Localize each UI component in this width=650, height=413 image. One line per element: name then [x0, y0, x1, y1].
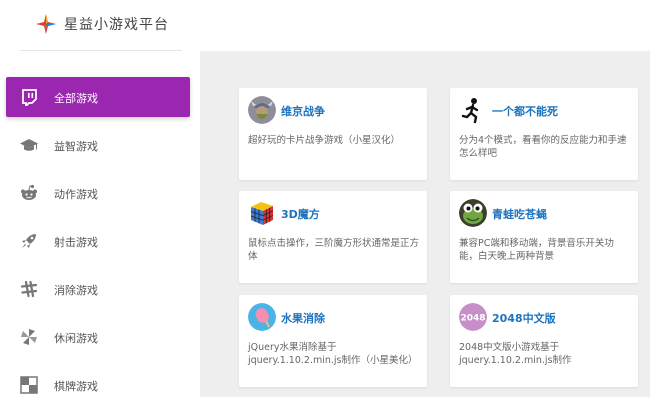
- nav-label: 全部游戏: [54, 92, 98, 105]
- sidebar: 星益小游戏平台 全部游戏 益智游戏 动作游戏 射击游戏 消除游戏 休闲游戏 棋牌…: [0, 0, 200, 397]
- game-title[interactable]: 3D魔方: [281, 206, 320, 222]
- game-card[interactable]: 青蛙吃苍蝇 兼容PC端和移动端，背景音乐开关功能，白天晚上两种背景: [450, 191, 638, 283]
- nav-label: 休闲游戏: [54, 332, 98, 345]
- game-card[interactable]: 2048 2048中文版 2048中文版小游戏基于jquery.1.10.2.m…: [450, 295, 638, 387]
- running-man-icon: [459, 96, 487, 124]
- game-card[interactable]: 3D魔方 鼠标点击操作，三阶魔方形状通常是正方体: [239, 191, 427, 283]
- app-title: 星益小游戏平台: [64, 17, 169, 33]
- game-card[interactable]: 维京战争 超好玩的卡片战争游戏（小星汉化）: [239, 88, 427, 180]
- game-description: 鼠标点击操作，三阶魔方形状通常是正方体: [248, 238, 420, 262]
- game-description: jQuery水果消除基于jquery.1.10.2.min.js制作（小星美化）: [248, 342, 418, 366]
- nav-label: 益智游戏: [54, 140, 98, 153]
- slack-icon: [20, 280, 38, 298]
- nav-label: 动作游戏: [54, 188, 98, 201]
- graduation-cap-icon: [20, 139, 38, 151]
- nav-label: 棋牌游戏: [54, 380, 98, 393]
- nav-item-all[interactable]: 全部游戏: [6, 77, 190, 117]
- nav-item-puzzle[interactable]: 益智游戏: [6, 125, 190, 165]
- star-logo-icon: [36, 14, 56, 34]
- game-title[interactable]: 2048中文版: [492, 310, 556, 326]
- frog-icon: [459, 199, 487, 227]
- viking-icon: [248, 96, 276, 124]
- divider: [20, 50, 182, 51]
- game-title[interactable]: 青蛙吃苍蝇: [492, 206, 547, 222]
- game-description: 2048中文版小游戏基于jquery.1.10.2.min.js制作: [459, 342, 572, 366]
- nav-item-board[interactable]: 棋牌游戏: [6, 365, 190, 405]
- 2048-icon: 2048: [459, 303, 487, 331]
- category-nav: 全部游戏 益智游戏 动作游戏 射击游戏 消除游戏 休闲游戏 棋牌游戏: [6, 77, 190, 413]
- rubiks-cube-icon: [248, 199, 276, 227]
- nav-item-shooting[interactable]: 射击游戏: [6, 221, 190, 261]
- rocket-icon: [22, 234, 36, 248]
- nav-item-match[interactable]: 消除游戏: [6, 269, 190, 309]
- game-title[interactable]: 一个都不能死: [492, 103, 558, 119]
- nav-label: 射击游戏: [54, 236, 98, 249]
- nav-item-action[interactable]: 动作游戏: [6, 173, 190, 213]
- game-description: 兼容PC端和移动端，背景音乐开关功能，白天晚上两种背景: [459, 238, 614, 262]
- game-card[interactable]: 一个都不能死 分为4个模式，看看你的反应能力和手速怎么样吧: [450, 88, 638, 180]
- game-title[interactable]: 维京战争: [281, 103, 325, 119]
- app-logo[interactable]: 星益小游戏平台: [36, 14, 169, 34]
- reddit-icon: [21, 184, 37, 200]
- 2048-badge-text: 2048: [460, 314, 485, 324]
- popsicle-icon: [248, 303, 276, 331]
- pinwheel-icon: [21, 329, 37, 345]
- nav-label: 消除游戏: [54, 284, 98, 297]
- game-card[interactable]: 水果消除 jQuery水果消除基于jquery.1.10.2.min.js制作（…: [239, 295, 427, 387]
- game-description: 超好玩的卡片战争游戏（小星汉化）: [248, 135, 401, 146]
- game-description: 分为4个模式，看看你的反应能力和手速怎么样吧: [459, 135, 627, 159]
- nav-item-casual[interactable]: 休闲游戏: [6, 317, 190, 357]
- game-grid: 维京战争 超好玩的卡片战争游戏（小星汉化） 一个都不能死 分为4个模式，看看你的…: [200, 51, 650, 397]
- twitch-icon: [22, 89, 37, 106]
- game-title[interactable]: 水果消除: [281, 310, 325, 326]
- checkerboard-icon: [20, 376, 38, 394]
